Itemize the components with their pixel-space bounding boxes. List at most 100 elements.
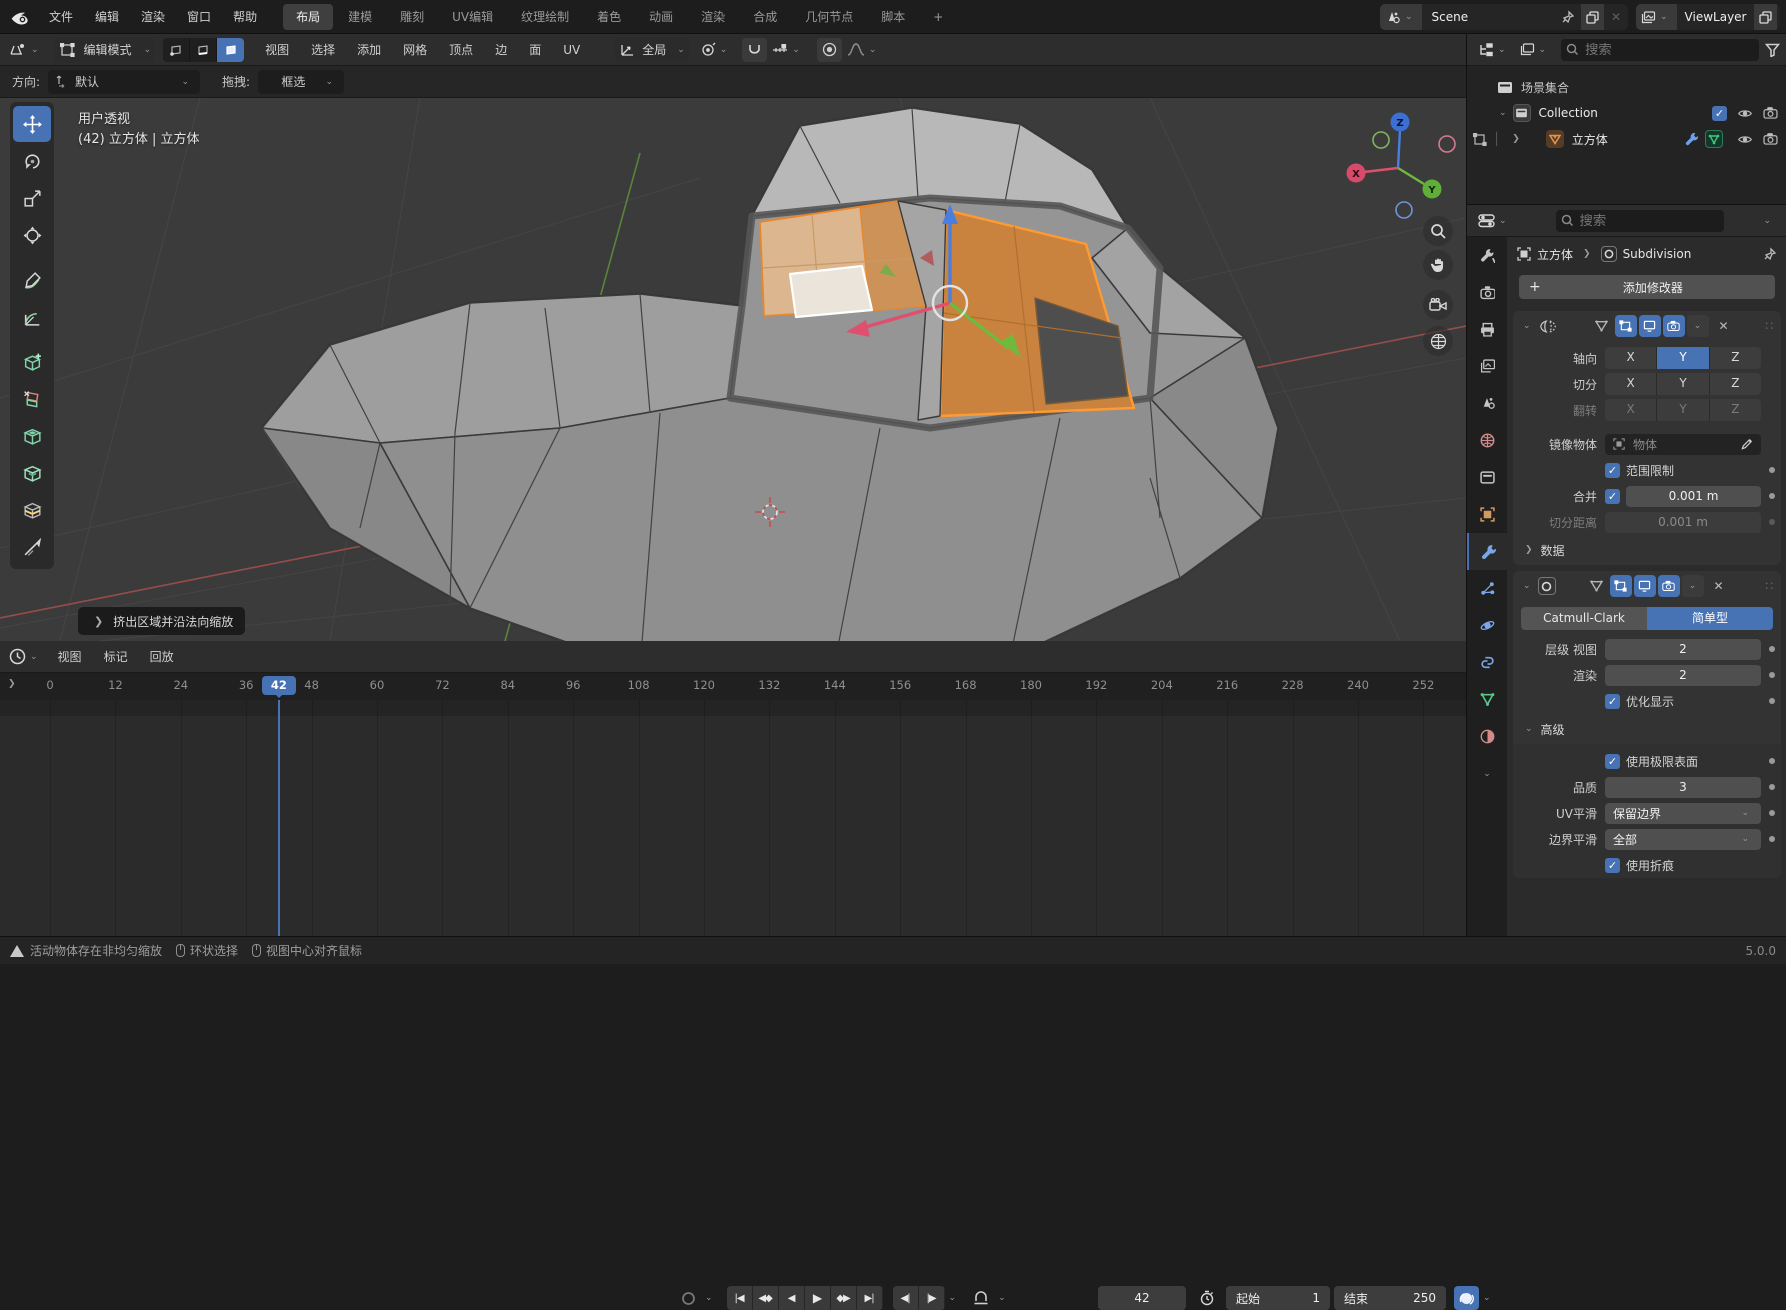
move-tool-icon[interactable] <box>13 106 51 142</box>
jump-end-button[interactable]: ▶| <box>857 1286 883 1310</box>
collection-checkbox[interactable]: ✓ <box>1712 106 1727 121</box>
object-label[interactable]: 立方体 <box>1572 131 1685 148</box>
timeline-ruler[interactable]: ❯ 01224364860728496108120132144156168180… <box>0 673 1466 700</box>
bisect-x-button[interactable]: X <box>1605 373 1657 395</box>
viewport-menu-4[interactable]: 顶点 <box>438 37 484 63</box>
snap-settings-dropdown[interactable]: ⌄ <box>767 38 809 62</box>
drag-handle[interactable]: ∷ <box>1765 319 1775 333</box>
viewport-menu-7[interactable]: UV <box>552 37 591 63</box>
edge-select-button[interactable] <box>190 38 217 62</box>
topbar-menu-4[interactable]: 帮助 <box>222 4 268 30</box>
merge-threshold-field[interactable]: 0.001 m <box>1626 486 1761 507</box>
axis-z-neg-ball[interactable] <box>1396 202 1412 218</box>
modifier-extras-dropdown[interactable]: ⌄ <box>1682 575 1704 597</box>
properties-tab-world[interactable] <box>1467 422 1507 459</box>
active-face[interactable] <box>790 266 872 317</box>
camera-view-button[interactable] <box>1423 290 1453 320</box>
preview-range-toggle[interactable] <box>968 1286 994 1310</box>
animate-dot[interactable] <box>1769 467 1775 473</box>
collection-row[interactable]: ⌄ Collection ✓ <box>1467 100 1786 126</box>
prev-keyframe-button[interactable]: ◀◆ <box>753 1286 779 1310</box>
pivot-point-dropdown[interactable]: ⌄ <box>695 38 737 62</box>
levels-viewport-field[interactable]: 2 <box>1605 639 1761 660</box>
merge-checkbox[interactable]: ✓ <box>1605 489 1620 504</box>
workspace-tab-纹理绘制[interactable]: 纹理绘制 <box>508 4 582 30</box>
workspace-tab-着色[interactable]: 着色 <box>584 4 634 30</box>
next-keyframe-button[interactable]: ◆▶ <box>831 1286 857 1310</box>
pan-button[interactable] <box>1423 250 1453 280</box>
delete-modifier-button[interactable]: ✕ <box>1714 579 1724 593</box>
properties-tabs-overflow[interactable]: ⌄ <box>1467 755 1507 792</box>
show-in-editmode-toggle[interactable] <box>1610 575 1632 597</box>
breadcrumb-modifier[interactable]: Subdivision <box>1623 247 1692 261</box>
auto-key-dropdown[interactable]: ⌄ <box>701 1293 717 1303</box>
properties-tab-scene[interactable] <box>1467 385 1507 422</box>
modifier-wrench-icon[interactable] <box>1685 132 1699 146</box>
properties-tab-output[interactable] <box>1467 311 1507 348</box>
viewlayer-name[interactable]: ViewLayer <box>1677 10 1755 24</box>
viewport-menu-0[interactable]: 视图 <box>254 37 300 63</box>
show-in-viewport-toggle[interactable] <box>1634 575 1656 597</box>
workspace-tab-动画[interactable]: 动画 <box>636 4 686 30</box>
properties-search-input[interactable] <box>1556 210 1724 232</box>
delete-modifier-button[interactable]: ✕ <box>1719 319 1729 333</box>
scene-collection-label[interactable]: 场景集合 <box>1521 79 1569 96</box>
frame-step-dropdown[interactable]: ⌄ <box>945 1293 961 1303</box>
animate-dot[interactable] <box>1769 493 1775 499</box>
animate-dot[interactable] <box>1769 698 1775 704</box>
outliner-search-input[interactable] <box>1561 39 1759 61</box>
bisect-z-button[interactable]: Z <box>1710 373 1761 395</box>
properties-tab-object[interactable] <box>1467 496 1507 533</box>
scene-icon[interactable]: ⌄ <box>1380 4 1422 30</box>
subdivision-modifier-header[interactable]: ⌄ ⌄ ✕ ∷ <box>1513 571 1781 601</box>
hide-icon[interactable] <box>1737 108 1753 119</box>
data-section-label[interactable]: 数据 <box>1541 542 1565 559</box>
mirror-object-field[interactable]: 物体 <box>1605 434 1761 455</box>
workspace-tab-合成[interactable]: 合成 <box>740 4 790 30</box>
outliner-editor-type-button[interactable]: ⌄ <box>1473 38 1515 62</box>
jump-start-button[interactable]: |◀ <box>727 1286 753 1310</box>
frame-forward-button[interactable]: |▶ <box>919 1286 945 1310</box>
axis-x-neg-ball[interactable] <box>1439 136 1455 152</box>
collection-label[interactable]: Collection <box>1539 106 1712 120</box>
stopwatch-icon[interactable] <box>1194 1286 1220 1310</box>
pin-icon[interactable] <box>1763 247 1777 261</box>
workspace-tab-几何节点[interactable]: 几何节点 <box>792 4 866 30</box>
inset-faces-tool-icon[interactable] <box>13 418 51 454</box>
mode-dropdown[interactable]: 编辑模式 ⌄ <box>54 37 156 63</box>
playhead-line[interactable] <box>278 700 280 936</box>
topbar-menu-0[interactable]: 文件 <box>38 4 84 30</box>
properties-tab-physics[interactable] <box>1467 607 1507 644</box>
copy-icon[interactable] <box>1581 4 1604 30</box>
car-model[interactable] <box>262 108 1278 641</box>
timeline-menu-0[interactable]: 视图 <box>47 644 93 670</box>
direction-dropdown[interactable]: 默认 ⌄ <box>48 70 200 94</box>
transform-orientation-dropdown[interactable]: 全局 ⌄ <box>615 37 689 63</box>
pin-icon[interactable] <box>1561 10 1575 24</box>
eyedropper-icon[interactable] <box>1741 438 1753 450</box>
properties-tab-collection[interactable] <box>1467 459 1507 496</box>
apply-on-cage-toggle[interactable] <box>1591 315 1613 337</box>
animate-dot[interactable] <box>1769 810 1775 816</box>
zoom-button[interactable] <box>1423 216 1453 246</box>
use-limit-surface-checkbox[interactable]: ✓ <box>1605 754 1620 769</box>
proportional-edit-toggle[interactable] <box>817 38 842 62</box>
drag-handle[interactable]: ∷ <box>1765 579 1775 593</box>
sync-toggle[interactable] <box>1454 1286 1479 1310</box>
disable-in-render-icon[interactable] <box>1763 107 1778 119</box>
sync-dropdown[interactable]: ⌄ <box>1479 1293 1495 1303</box>
boundary-smooth-dropdown[interactable]: 全部 ⌄ <box>1605 829 1761 850</box>
preview-range-dropdown[interactable]: ⌄ <box>994 1293 1010 1303</box>
scene-selector[interactable]: ⌄ Scene ✕ <box>1380 4 1628 30</box>
timeline-expand-arrow[interactable]: ❯ <box>4 679 20 689</box>
advanced-section-arrow[interactable]: ⌄ <box>1521 724 1537 734</box>
object-row[interactable]: │ ❯ 立方体 <box>1467 126 1786 152</box>
play-reverse-button[interactable]: ◀ <box>779 1286 805 1310</box>
hide-icon[interactable] <box>1737 134 1753 145</box>
knife-tool-icon[interactable] <box>13 529 51 565</box>
filter-icon[interactable] <box>1765 43 1780 57</box>
properties-tab-constraints[interactable] <box>1467 644 1507 681</box>
data-section-arrow[interactable]: ❯ <box>1521 545 1537 555</box>
operator-panel[interactable]: ❯ 挤出区域并沿法向缩放 <box>78 607 245 635</box>
scene-name[interactable]: Scene <box>1422 10 1561 24</box>
